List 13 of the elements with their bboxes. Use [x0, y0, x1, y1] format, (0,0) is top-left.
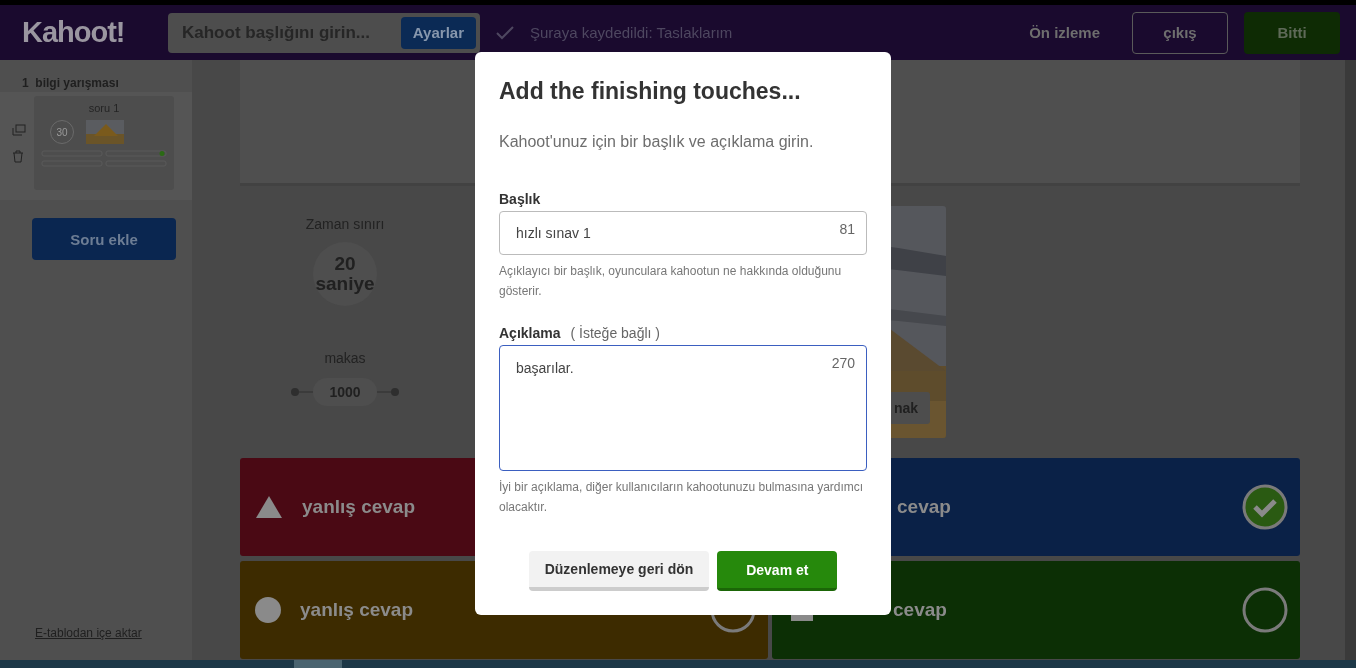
answer-text: cevap: [897, 496, 951, 518]
field-label: Başlık: [499, 191, 541, 207]
field-label: Açıklama: [499, 325, 561, 341]
dialog-subtitle: Kahoot'unuz için bir başlık ve açıklama girin.: [499, 133, 815, 151]
help-text: Açıklayıcı bir başlık, oyunculara kahootun ne hakkında olduğunu gösterir.: [499, 263, 843, 300]
answer-text: cevap: [893, 599, 947, 621]
save-status: Şuraya kaydedildi: Taslaklarım: [530, 24, 733, 41]
answer-text: yanlış cevap: [300, 599, 414, 621]
character-counter: 81: [839, 221, 855, 237]
optional-label: ( İsteğe bağlı ): [570, 325, 660, 341]
character-counter: 270: [831, 355, 855, 371]
answer-text: yanlış cevap: [302, 496, 416, 518]
dialog-title: Add the finishing touches...: [499, 78, 802, 105]
